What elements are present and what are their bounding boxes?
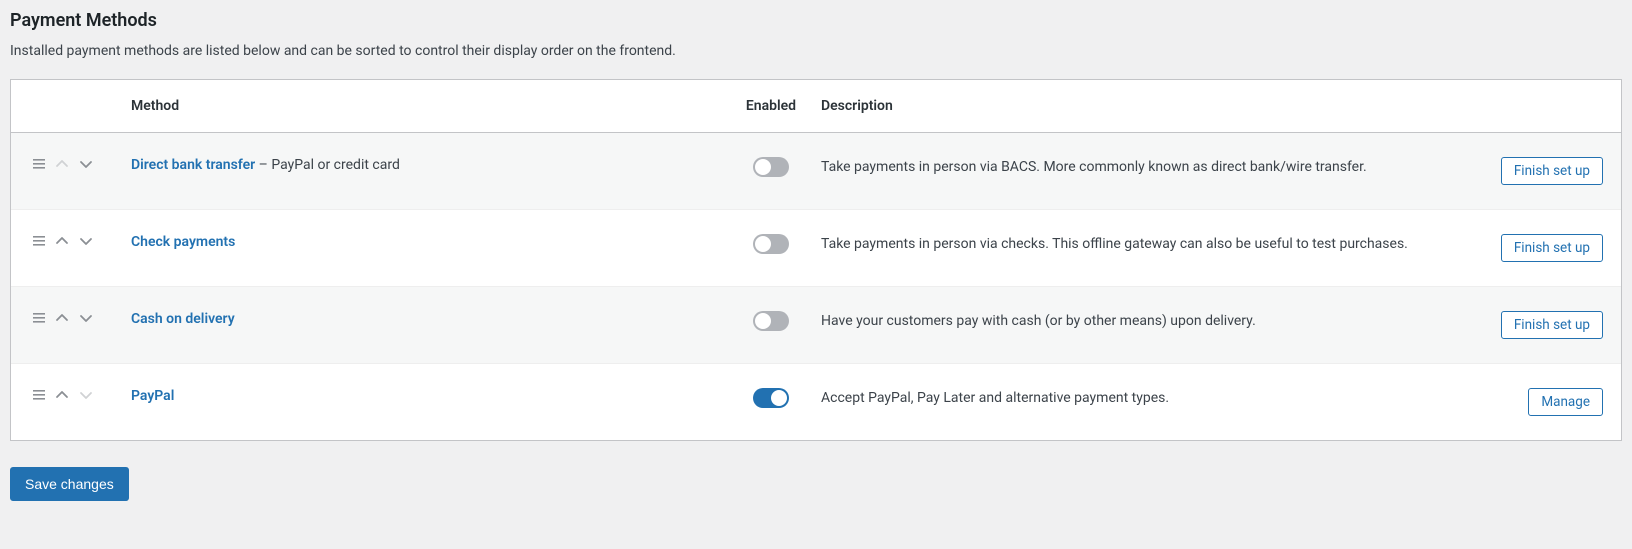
column-description: Description — [811, 80, 1481, 133]
description-text: Have your customers pay with cash (or by… — [811, 287, 1481, 364]
enabled-toggle[interactable] — [753, 388, 789, 408]
row-action-button[interactable]: Finish set up — [1501, 234, 1603, 262]
row-action-button[interactable]: Finish set up — [1501, 311, 1603, 339]
move-down-icon[interactable] — [79, 157, 93, 171]
enabled-toggle[interactable] — [753, 311, 789, 331]
move-down-icon — [79, 388, 93, 402]
description-text: Take payments in person via checks. This… — [811, 210, 1481, 287]
table-row: Cash on delivery Have your customers pay … — [11, 287, 1621, 364]
method-suffix: – PayPal or credit card — [255, 157, 400, 173]
drag-handle-icon[interactable] — [33, 235, 45, 247]
payment-methods-table: Method Enabled Description Direct bank t… — [10, 79, 1622, 441]
move-up-icon[interactable] — [55, 311, 69, 325]
method-link[interactable]: PayPal — [131, 388, 174, 404]
row-action-button[interactable]: Manage — [1528, 388, 1603, 416]
table-row: Direct bank transfer – PayPal or credit … — [11, 133, 1621, 210]
description-text: Accept PayPal, Pay Later and alternative… — [811, 364, 1481, 441]
method-link[interactable]: Direct bank transfer — [131, 157, 255, 173]
save-changes-button[interactable]: Save changes — [10, 467, 129, 501]
description-text: Take payments in person via BACS. More c… — [811, 133, 1481, 210]
method-link[interactable]: Cash on delivery — [131, 311, 235, 327]
drag-handle-icon[interactable] — [33, 389, 45, 401]
move-down-icon[interactable] — [79, 234, 93, 248]
page-title: Payment Methods — [10, 10, 1622, 31]
table-row: Check payments Take payments in person vi… — [11, 210, 1621, 287]
move-up-icon[interactable] — [55, 388, 69, 402]
column-sort — [11, 80, 131, 133]
move-down-icon[interactable] — [79, 311, 93, 325]
enabled-toggle[interactable] — [753, 234, 789, 254]
column-method: Method — [131, 80, 731, 133]
row-action-button[interactable]: Finish set up — [1501, 157, 1603, 185]
page-subtext: Installed payment methods are listed bel… — [10, 43, 1622, 59]
method-link[interactable]: Check payments — [131, 234, 235, 250]
move-up-icon[interactable] — [55, 234, 69, 248]
move-up-icon — [55, 157, 69, 171]
column-enabled: Enabled — [731, 80, 811, 133]
drag-handle-icon[interactable] — [33, 158, 45, 170]
table-row: PayPal Accept PayPal, Pay Later and alter… — [11, 364, 1621, 441]
enabled-toggle[interactable] — [753, 157, 789, 177]
column-action — [1481, 80, 1621, 133]
drag-handle-icon[interactable] — [33, 312, 45, 324]
